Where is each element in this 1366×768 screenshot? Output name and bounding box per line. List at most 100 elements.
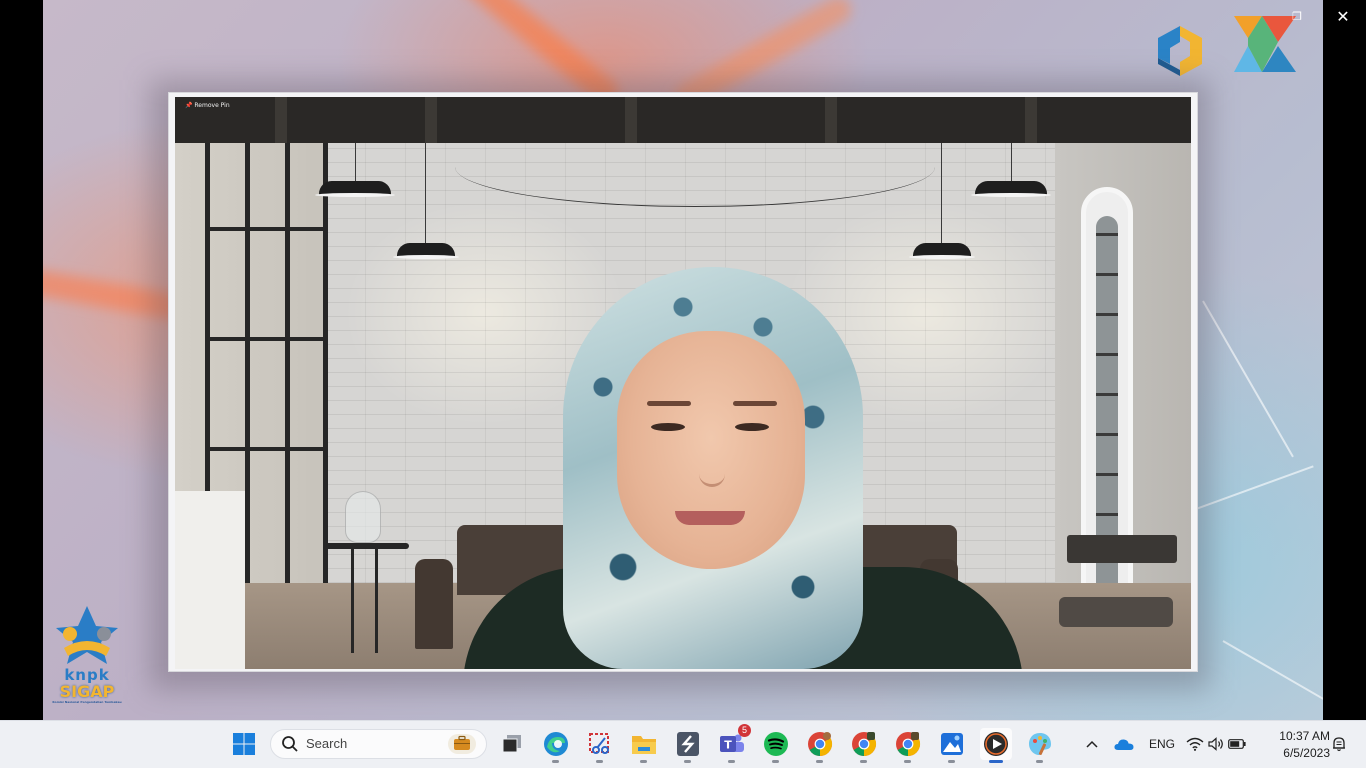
star-emblem-icon [56, 606, 118, 664]
svg-text:T: T [724, 739, 732, 752]
clock-button[interactable]: 10:37 AM 6/5/2023 [1262, 728, 1330, 762]
armchair-seat [1059, 597, 1173, 627]
clock-time: 10:37 AM [1279, 729, 1330, 743]
network-line [1202, 300, 1294, 458]
app-s-icon [677, 732, 699, 756]
pinned-video-frame: 📌 Remove Pin [168, 92, 1198, 672]
language-indicator[interactable]: ENG [1146, 732, 1178, 756]
pendant-lamp-rim [909, 255, 975, 259]
task-view-icon [502, 735, 521, 753]
chrome-profile-icon [852, 732, 877, 756]
windows-start-icon [233, 733, 255, 755]
participant-face [617, 331, 805, 569]
running-indicator [728, 760, 735, 763]
pin-icon: 📌 [185, 102, 193, 109]
spotify-icon [764, 732, 788, 756]
snipping-tool-icon [589, 733, 609, 754]
remove-pin-button[interactable]: 📌 Remove Pin [185, 102, 230, 109]
participant [463, 267, 1023, 669]
show-hidden-icons-button[interactable] [1082, 732, 1102, 756]
teams-notification-badge: 5 [738, 724, 751, 737]
close-window-button[interactable]: ✕ [1334, 8, 1352, 26]
spotify-button[interactable] [760, 728, 792, 763]
pendant-lamp-rim [971, 193, 1051, 197]
pendant-lamp-rim [315, 193, 395, 197]
notifications-button[interactable] [1332, 732, 1346, 756]
pendant-lamp-rim [393, 255, 459, 259]
wifi-icon [1186, 737, 1204, 751]
paint-button[interactable] [1024, 728, 1056, 763]
chrome-icon [808, 732, 833, 756]
nose [699, 441, 725, 487]
briefcase-icon [448, 734, 476, 754]
lamp-cord [425, 143, 426, 243]
ceiling-beam [275, 97, 287, 143]
ceiling-beam [425, 97, 437, 143]
eye [651, 423, 685, 431]
onedrive-button[interactable] [1112, 732, 1136, 756]
file-explorer-button[interactable] [628, 728, 660, 763]
photos-button[interactable] [936, 728, 968, 763]
running-indicator [816, 760, 823, 763]
side-table-leg [375, 549, 378, 653]
sofa-arm [415, 559, 453, 649]
chrome-button[interactable] [804, 728, 836, 763]
armchair [1067, 535, 1177, 563]
lamp-cord [941, 143, 942, 243]
lamp-cord [355, 143, 356, 181]
teams-button[interactable]: T 5 [716, 724, 751, 763]
bed [175, 491, 245, 669]
start-button[interactable] [228, 728, 260, 760]
app-s-button[interactable] [672, 728, 704, 763]
edge-button[interactable] [540, 728, 572, 763]
top-right-logo [1158, 16, 1296, 76]
glass-vase [345, 491, 381, 543]
running-indicator [640, 760, 647, 763]
logo-tagline: Komisi Nasional Pengendalian Tembakau [52, 700, 122, 704]
chrome-profile-2-icon [896, 732, 921, 756]
taskbar-search[interactable]: Search [270, 729, 487, 759]
media-player-icon [984, 732, 1008, 756]
window-transom [205, 337, 325, 341]
clock-date: 6/5/2023 [1283, 746, 1330, 760]
remove-pin-label: Remove Pin [194, 102, 230, 109]
running-indicator [904, 760, 911, 763]
hanging-wire [455, 127, 935, 207]
onedrive-icon [1114, 739, 1134, 750]
search-placeholder: Search [306, 736, 348, 751]
eye [735, 423, 769, 431]
task-view-button[interactable] [496, 728, 528, 760]
running-indicator [1036, 760, 1043, 763]
hijab [563, 267, 863, 669]
lamp-cord [1011, 143, 1012, 181]
paint-icon [1029, 733, 1051, 755]
side-table [323, 543, 409, 549]
battery-icon [1228, 739, 1246, 749]
running-indicator [948, 760, 955, 763]
ceiling-beam [1025, 97, 1037, 143]
search-icon [282, 736, 298, 752]
knpk-sigap-logo: knpk SIGAP Komisi Nasional Pengendalian … [50, 604, 124, 708]
photos-icon [941, 733, 963, 755]
restore-window-button[interactable]: ❐ [1290, 10, 1304, 24]
participant-video[interactable]: 📌 Remove Pin [175, 97, 1191, 669]
edge-icon [544, 732, 568, 756]
snipping-tool-button[interactable] [584, 728, 616, 763]
running-indicator [989, 760, 1003, 763]
running-indicator [772, 760, 779, 763]
window-transom [205, 227, 325, 231]
mouth [675, 511, 745, 525]
quick-settings-button[interactable] [1186, 732, 1246, 756]
eyebrow [647, 401, 691, 406]
running-indicator [596, 760, 603, 763]
network-line [1222, 640, 1323, 702]
eyebrow [733, 401, 777, 406]
side-table-leg [351, 549, 354, 653]
volume-icon [1208, 737, 1223, 751]
chrome-profile-button[interactable] [848, 728, 880, 763]
notification-bell-icon [1333, 737, 1345, 752]
media-player-button[interactable] [980, 728, 1012, 763]
running-indicator [684, 760, 691, 763]
window-transom [205, 447, 325, 451]
chrome-profile-2-button[interactable] [892, 728, 924, 763]
